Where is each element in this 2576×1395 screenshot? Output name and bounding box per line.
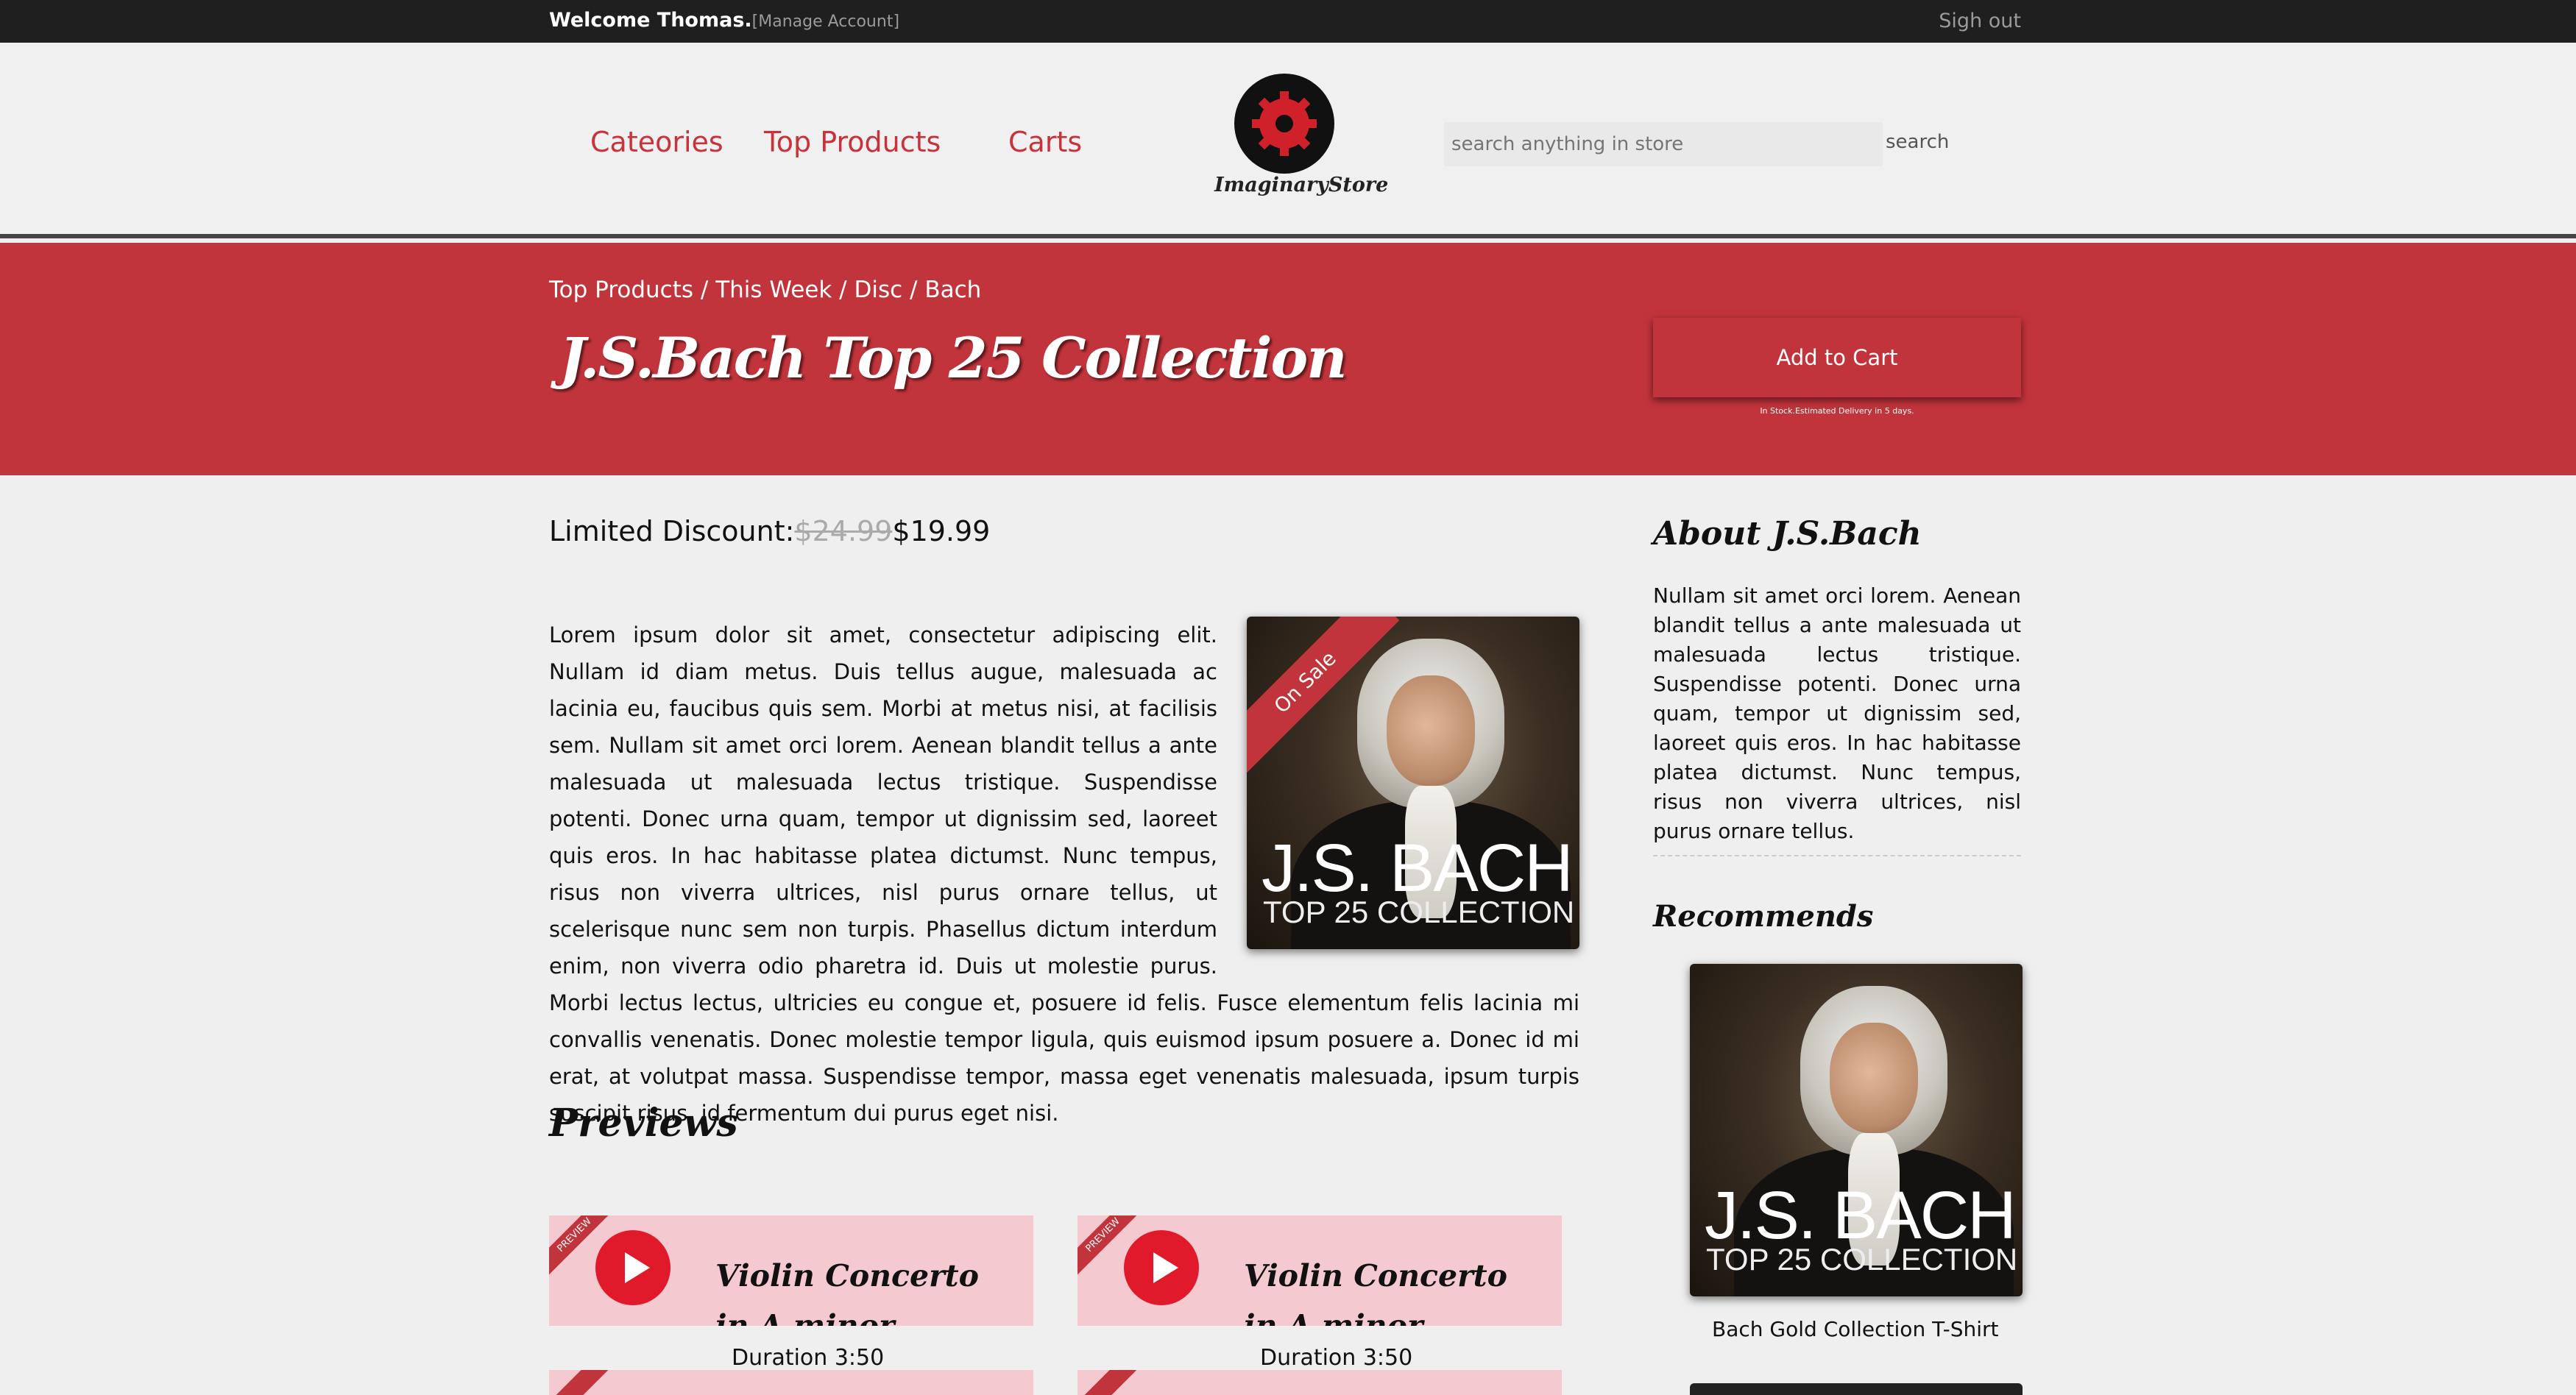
nav-carts[interactable]: Carts — [1008, 126, 1082, 158]
breadcrumb-disc[interactable]: Disc — [854, 277, 902, 303]
nav-top-products[interactable]: Top Products — [764, 126, 941, 158]
preview-ribbon — [1078, 1370, 1150, 1395]
recommend-item-label[interactable]: Bach Gold Collection T-Shirt — [1712, 1317, 1999, 1341]
preview-ribbon — [549, 1370, 621, 1395]
nav-categories[interactable]: Cateories — [590, 126, 723, 158]
new-price: $19.99 — [892, 515, 991, 547]
previews-heading: Previews — [549, 1101, 738, 1146]
about-heading: About J.S.Bach — [1653, 515, 1922, 553]
breadcrumb-separator: / — [832, 277, 854, 303]
breadcrumb-separator: / — [902, 277, 925, 303]
cover-art: J.S. BACH TOP 25 COLLECTION — [1690, 964, 2023, 1296]
play-icon[interactable] — [595, 1230, 670, 1305]
breadcrumb-bach[interactable]: Bach — [924, 277, 981, 303]
product-banner: Top Products / This Week / Disc / Bach J… — [0, 243, 2576, 475]
welcome-text: Welcome Thomas.[Manage Account] — [549, 9, 899, 32]
stock-note: In Stock.Estimated Delivery in 5 days. — [1760, 406, 1914, 416]
price-label: Limited Discount: — [549, 515, 795, 547]
recommend-item-image[interactable]: J.S. BACH TOP 25 COLLECTION — [1690, 964, 2023, 1296]
album-cover[interactable]: J.S. BACH TOP 25 COLLECTION On Sale — [1247, 617, 1579, 949]
recommends-heading: Recommends — [1653, 899, 1874, 934]
sign-out-link[interactable]: Sigh out — [1939, 10, 2021, 32]
about-text: Nullam sit amet orci lorem. Aenean bland… — [1653, 583, 2021, 843]
gear-icon — [1252, 91, 1317, 156]
page-title: J.S.Bach Top 25 Collection — [559, 325, 1347, 391]
preview-track-title: Violin Concerto in A minor — [715, 1258, 979, 1326]
preview-card[interactable]: PREVIEW Violin Concerto in A minor — [549, 1215, 1033, 1326]
cover-subtitle: TOP 25 COLLECTION — [1706, 1242, 2018, 1277]
search-input[interactable] — [1444, 122, 1883, 166]
breadcrumb: Top Products / This Week / Disc / Bach — [549, 277, 981, 303]
portrait-face — [1830, 1023, 1918, 1133]
preview-card[interactable] — [549, 1370, 1033, 1395]
search-button[interactable]: search — [1886, 131, 1949, 153]
sidebar-divider — [1653, 855, 2021, 856]
preview-track-title: Violin Concerto in A minor — [1244, 1258, 1507, 1326]
logo-brand-text: ImaginaryStore — [1214, 174, 1389, 196]
welcome-label: Welcome Thomas. — [549, 9, 752, 32]
preview-duration: Duration 3:50 — [1260, 1345, 1413, 1371]
store-logo[interactable]: ImaginaryStore — [1214, 74, 1389, 213]
cover-subtitle: TOP 25 COLLECTION — [1263, 895, 1575, 929]
recommend-item-image[interactable] — [1690, 1383, 2023, 1395]
account-bar: Welcome Thomas.[Manage Account] Sigh out — [0, 0, 2576, 43]
play-icon[interactable] — [1124, 1230, 1199, 1305]
preview-duration: Duration 3:50 — [732, 1345, 885, 1371]
preview-card[interactable] — [1078, 1370, 1562, 1395]
breadcrumb-top-products[interactable]: Top Products — [549, 277, 693, 303]
site-header: Cateories Top Products Carts ImaginarySt… — [0, 43, 2576, 238]
price-line: Limited Discount:$24.99$19.99 — [549, 515, 990, 547]
old-price: $24.99 — [794, 515, 893, 547]
product-description: J.S. BACH TOP 25 COLLECTION On Sale Lore… — [549, 617, 1579, 1132]
portrait-face — [1387, 675, 1475, 786]
add-to-cart-button[interactable]: Add to Cart — [1653, 318, 2021, 397]
preview-card[interactable]: PREVIEW Violin Concerto in A minor — [1078, 1215, 1562, 1326]
manage-account-link[interactable]: [Manage Account] — [752, 13, 899, 31]
breadcrumb-separator: / — [693, 277, 716, 303]
breadcrumb-this-week[interactable]: This Week — [715, 277, 832, 303]
